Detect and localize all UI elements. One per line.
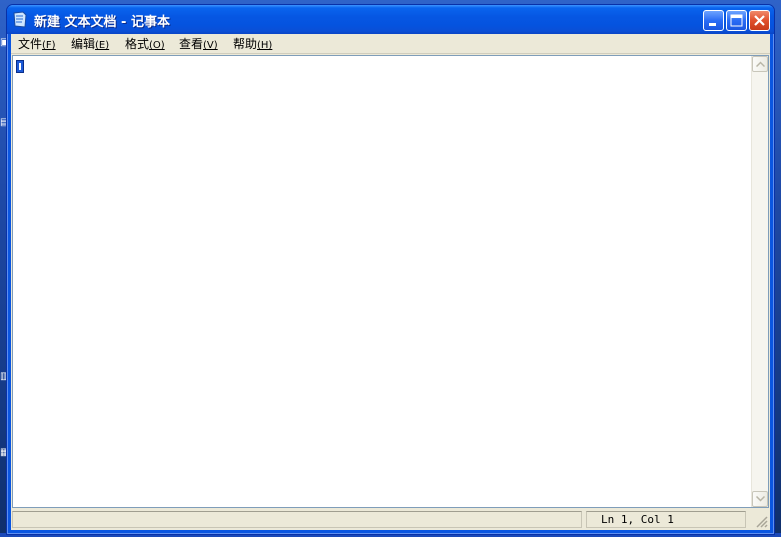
text-caret <box>16 60 24 73</box>
window-title: 新建 文本文档 - 记事本 <box>34 15 170 30</box>
arrow-down-icon <box>756 496 765 502</box>
menu-view[interactable]: 查看(V) <box>176 36 221 52</box>
menu-file-label: 文件 <box>18 37 43 51</box>
menu-format-label: 格式 <box>125 37 150 51</box>
menu-view-label: 查看 <box>179 37 204 51</box>
maximize-button[interactable] <box>726 10 747 31</box>
status-bar: Ln 1, Col 1 <box>11 508 770 530</box>
text-editor[interactable] <box>12 55 769 508</box>
window-client-area: 文件(F) 编辑(E) 格式(O) 查看(V) 帮助(H) Ln 1, Col … <box>11 34 770 530</box>
menu-help-accel: (H) <box>257 40 273 51</box>
menu-help[interactable]: 帮助(H) <box>230 36 275 52</box>
menu-file[interactable]: 文件(F) <box>15 36 59 52</box>
notepad-window: 新建 文本文档 - 记事本 文件(F) 编辑(E) 格式(O) 查看(V) 帮助… <box>6 4 775 535</box>
menu-edit-label: 编辑 <box>71 37 96 51</box>
notepad-icon <box>13 11 27 28</box>
cursor-position: Ln 1, Col 1 <box>586 511 746 528</box>
arrow-up-icon <box>756 61 765 67</box>
close-icon <box>754 15 765 26</box>
menu-help-label: 帮助 <box>233 37 258 51</box>
menu-view-accel: (V) <box>203 40 218 51</box>
menu-format-accel: (O) <box>149 40 165 51</box>
menu-bar: 文件(F) 编辑(E) 格式(O) 查看(V) 帮助(H) <box>11 34 770 54</box>
menu-file-accel: (F) <box>42 40 56 51</box>
title-bar[interactable]: 新建 文本文档 - 记事本 <box>7 5 774 34</box>
resize-grip-icon[interactable] <box>754 514 768 528</box>
close-button[interactable] <box>749 10 770 31</box>
status-panel <box>12 511 582 528</box>
scroll-down-button[interactable] <box>752 491 768 507</box>
menu-edit[interactable]: 编辑(E) <box>68 36 112 52</box>
menu-format[interactable]: 格式(O) <box>122 36 168 52</box>
minimize-button[interactable] <box>703 10 724 31</box>
vertical-scrollbar[interactable] <box>751 56 768 507</box>
scroll-up-button[interactable] <box>752 56 768 72</box>
maximize-icon <box>730 14 743 27</box>
minimize-icon <box>709 23 716 26</box>
menu-edit-accel: (E) <box>95 40 110 51</box>
text-area[interactable] <box>13 56 751 507</box>
